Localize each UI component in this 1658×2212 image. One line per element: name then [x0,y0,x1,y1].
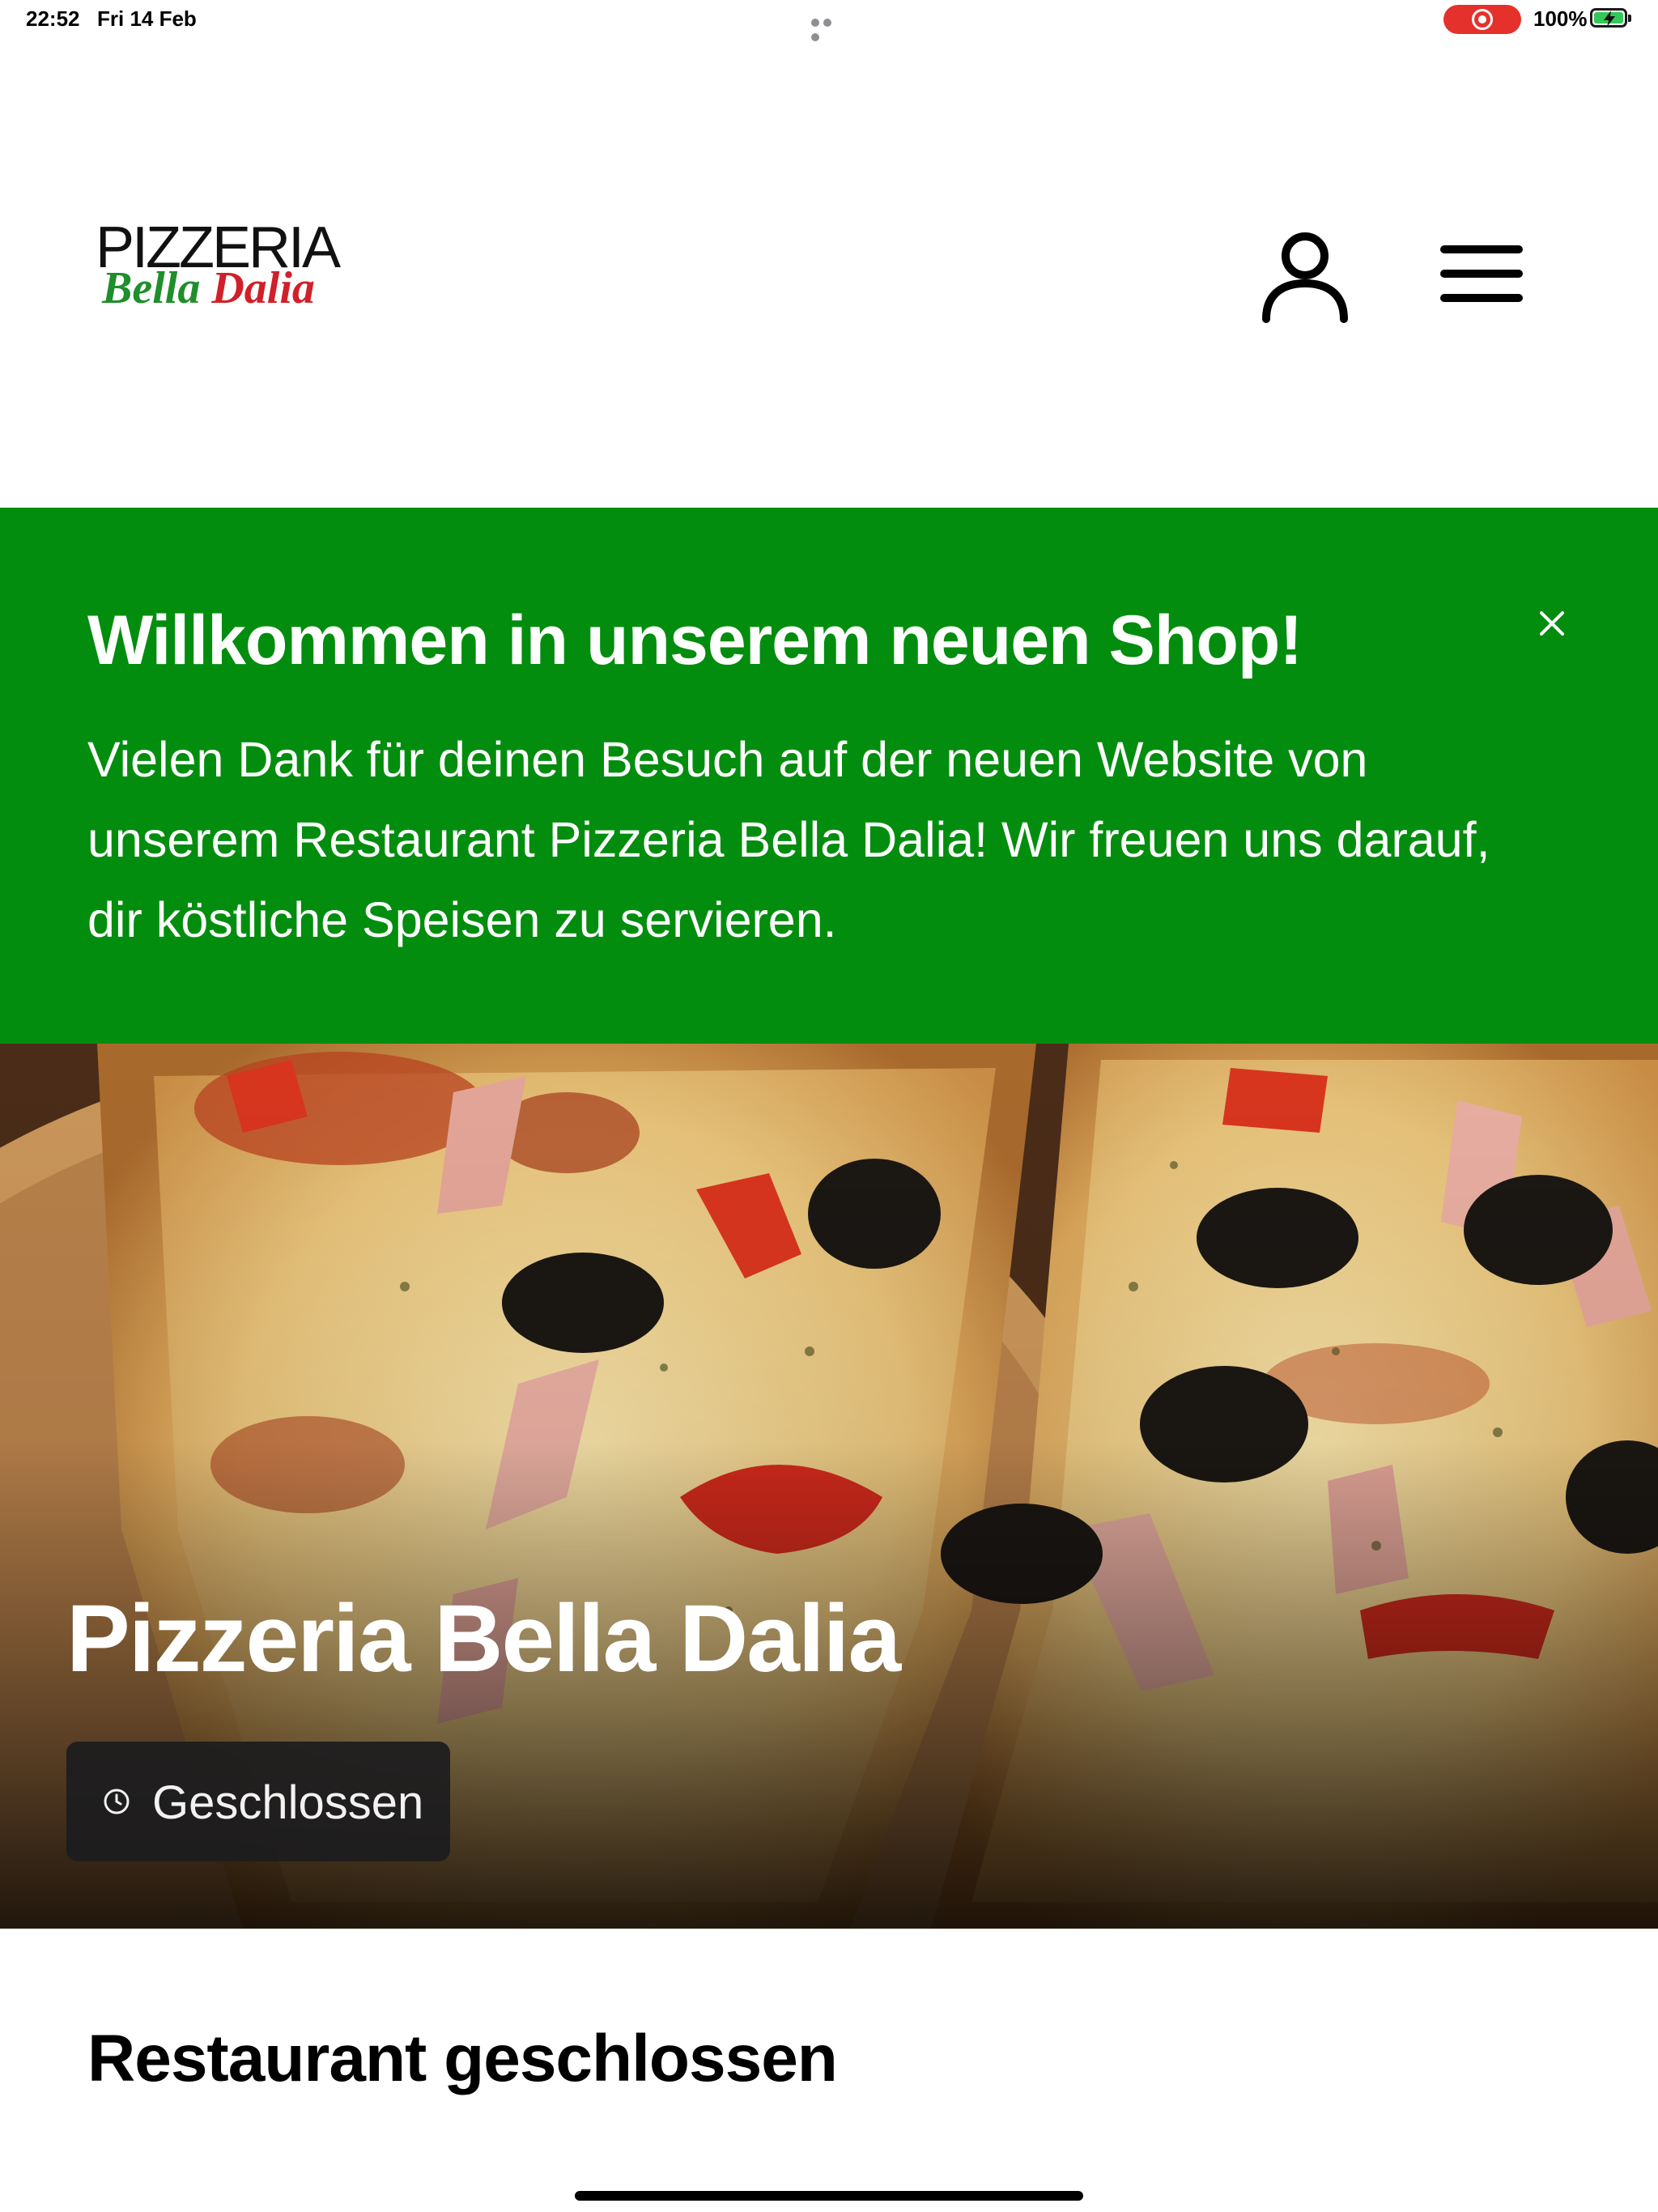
user-icon [1262,232,1348,323]
close-icon [1540,611,1564,636]
multitasking-dots-icon[interactable] [811,16,847,41]
hero-section: Pizzeria Bella Dalia Geschlossen [0,1044,1658,1929]
restaurant-name: Pizzeria Bella Dalia [66,1585,901,1692]
logo-word-dalia: Dalia [211,263,315,313]
welcome-banner: Willkommen in unserem neuen Shop! Vielen… [0,508,1658,1044]
logo-text-bella-dalia: Bella Dalia [102,266,395,311]
screen-recording-icon[interactable] [1443,5,1521,34]
section-title: Restaurant geschlossen [87,2022,838,2095]
banner-close-button[interactable] [1532,603,1572,644]
pizzeria-logo[interactable]: PIZZERIA Bella Dalia [96,219,395,324]
status-date: Fri 14 Feb [97,6,197,31]
battery-percentage: 100% [1533,6,1588,31]
banner-title: Willkommen in unserem neuen Shop! [87,602,1303,679]
clock-icon [104,1789,130,1814]
hamburger-menu-icon [1440,245,1523,302]
battery-icon [1590,8,1631,28]
home-indicator[interactable] [575,2191,1083,2201]
user-account-button[interactable] [1256,223,1354,329]
status-time: 22:52 [26,6,80,31]
status-bar: 22:52 Fri 14 Feb 100% [0,0,1658,41]
opening-status-badge[interactable]: Geschlossen [66,1742,450,1861]
opening-status-label: Geschlossen [152,1776,424,1829]
menu-button[interactable] [1435,235,1532,316]
banner-text: Vielen Dank für deinen Besuch auf der ne… [87,732,1490,947]
logo-word-bella: Bella [102,263,201,313]
